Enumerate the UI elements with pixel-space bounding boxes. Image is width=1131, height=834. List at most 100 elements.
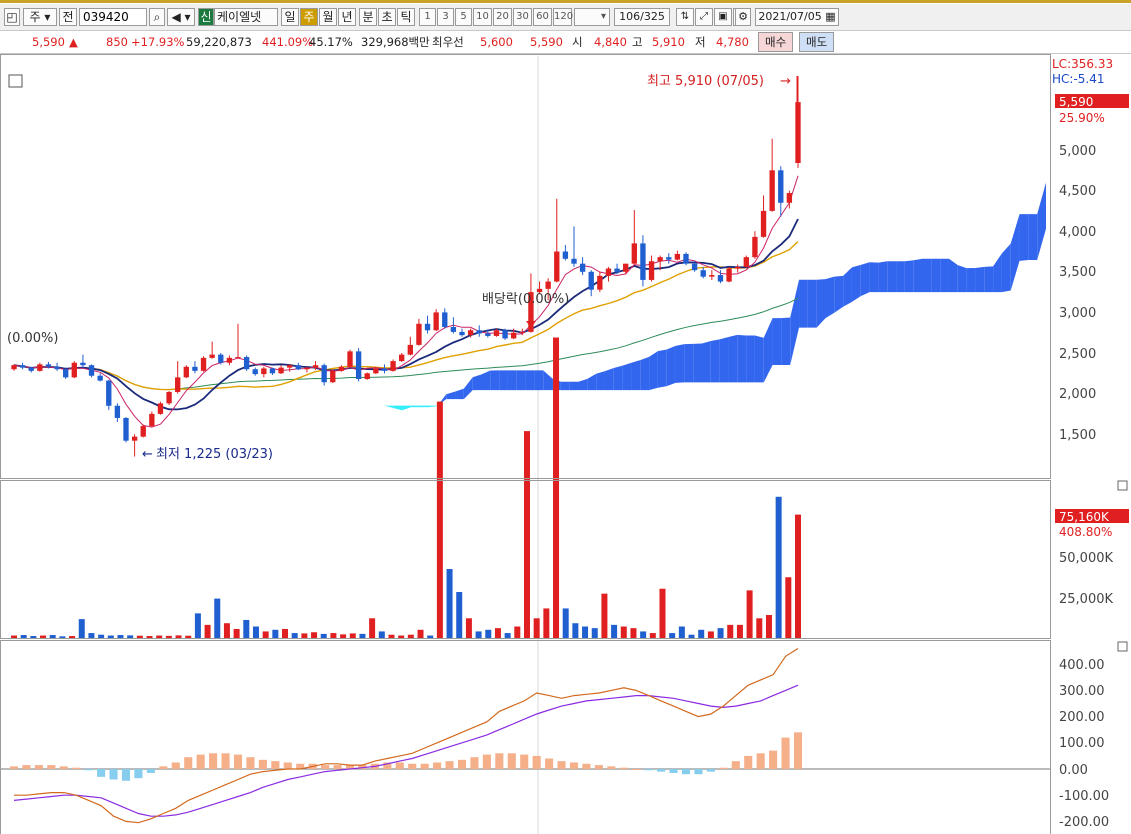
open-label: 시 (572, 35, 583, 49)
ichimoku-cloud-segment (807, 279, 817, 328)
macd-oscillator-bar (669, 769, 678, 773)
macd-oscillator-bar (134, 769, 143, 779)
turnover: 45.17% (309, 35, 353, 49)
volume-bar (659, 588, 666, 638)
macd-axis-100: 100.00 (1059, 736, 1105, 751)
interval-20[interactable]: 20 (493, 8, 512, 26)
interval-30[interactable]: 30 (513, 8, 532, 26)
candle-body (54, 366, 60, 370)
date-field[interactable]: 2021/07/05 ▦ (755, 8, 839, 26)
macd-oscillator-bar (632, 769, 641, 770)
speaker-icon[interactable]: ◀ ▾ (167, 8, 195, 26)
candle-body (640, 243, 646, 280)
volume-bar (349, 633, 356, 638)
save-icon[interactable]: ▣ (714, 8, 732, 26)
candle-body (700, 270, 706, 277)
low-price: 4,780 (716, 35, 749, 49)
ichimoku-cloud-segment (631, 360, 641, 391)
ichimoku-cloud-segment (966, 267, 976, 293)
tab-second[interactable]: 초 (378, 8, 396, 26)
period-dropdown[interactable]: 주 ▾ (23, 8, 57, 26)
volume-bar (630, 628, 637, 638)
stock-name[interactable]: 케이엘넷 (214, 8, 278, 26)
volume-bar (465, 618, 472, 638)
candle-body (778, 170, 784, 203)
ichimoku-cloud-segment (419, 405, 429, 408)
tab-daily[interactable]: 일 (281, 8, 299, 26)
volume-bar (698, 629, 705, 638)
tab-monthly[interactable]: 월 (319, 8, 337, 26)
tool-icon-1[interactable]: ⇅ (676, 8, 694, 26)
ichimoku-cloud-segment (499, 370, 508, 391)
volume-bar (233, 628, 240, 638)
bar-total: /325 (640, 10, 665, 23)
tab-minute[interactable]: 분 (359, 8, 377, 26)
interval-60[interactable]: 60 (533, 8, 552, 26)
candle-body (743, 257, 749, 267)
candle-body (450, 327, 457, 332)
candle-body (347, 351, 353, 367)
volume-bar (475, 631, 482, 638)
volume-bar (727, 624, 734, 638)
candle-body (709, 275, 715, 277)
macd-oscillator-bar (445, 761, 454, 769)
stock-code-input[interactable] (79, 8, 147, 26)
date-value: 2021/07/05 (758, 10, 822, 23)
tool-icon-2[interactable]: ⤢ (695, 8, 713, 26)
candle-body (330, 370, 336, 383)
candle-body (502, 330, 508, 339)
volume-bar (436, 401, 443, 638)
interval-1[interactable]: 1 (419, 8, 436, 26)
macd-oscillator-bar (569, 762, 579, 769)
grid-icon[interactable] (8, 74, 23, 88)
macd-oscillator-bar (209, 753, 218, 769)
volume-bar (78, 619, 85, 638)
sell-button[interactable]: 매도 (799, 32, 835, 52)
volume-bar (601, 593, 608, 638)
interval-3[interactable]: 3 (437, 8, 454, 26)
interval-120[interactable]: 120 (553, 8, 573, 26)
interval-5[interactable]: 5 (455, 8, 472, 26)
volume-bar (88, 633, 95, 638)
stock-chart[interactable]: LC:356.33 HC:-5.41 5,590 25.90% 5,000 4,… (0, 54, 1131, 834)
candle-body (304, 367, 310, 370)
macd-oscillator-bar (84, 769, 93, 771)
macd-oscillator-bar (97, 769, 106, 777)
volume-bar (514, 626, 521, 638)
low-annotation: 최저 1,225 (03/23) (156, 447, 273, 462)
tab-tick[interactable]: 틱 (397, 8, 415, 26)
candle-body (175, 377, 181, 392)
candle-body (88, 365, 95, 376)
candle-body (605, 268, 612, 276)
price-axis-5000: 5,000 (1059, 144, 1096, 159)
volume-bar (262, 631, 269, 638)
candle-body (631, 243, 637, 264)
prefix-button[interactable]: 전 (59, 8, 77, 26)
tab-yearly[interactable]: 년 (338, 8, 356, 26)
interval-10[interactable]: 10 (473, 8, 492, 26)
search-icon[interactable]: ⌕ (149, 8, 165, 26)
ichimoku-cloud-segment (604, 368, 614, 391)
volume-bar (756, 618, 763, 638)
volume-bar (40, 635, 47, 638)
volume-bar (136, 635, 143, 638)
volume-bar (417, 629, 424, 638)
ichimoku-cloud-segment (940, 258, 949, 293)
volume-bar (582, 626, 589, 638)
volume-bar (98, 634, 105, 638)
macd-oscillator-bar (644, 769, 653, 771)
tab-weekly[interactable]: 주 (300, 8, 318, 26)
last-volume-rate: 408.80% (1059, 525, 1112, 539)
candle-body (752, 236, 758, 258)
candle-body (261, 368, 267, 375)
bar-count-field[interactable]: 106/325 (614, 8, 670, 26)
interval-dropdown[interactable]: ▾ (574, 8, 610, 26)
candle-body (390, 361, 396, 371)
macd-oscillator-bar (221, 753, 230, 769)
volume-bar (311, 632, 318, 638)
macd-oscillator-bar (196, 754, 205, 769)
volume-bar (223, 623, 230, 638)
buy-button[interactable]: 매수 (758, 32, 794, 52)
chart-icon[interactable]: ◰ (4, 8, 20, 26)
gear-icon[interactable]: ⚙ (735, 8, 751, 26)
